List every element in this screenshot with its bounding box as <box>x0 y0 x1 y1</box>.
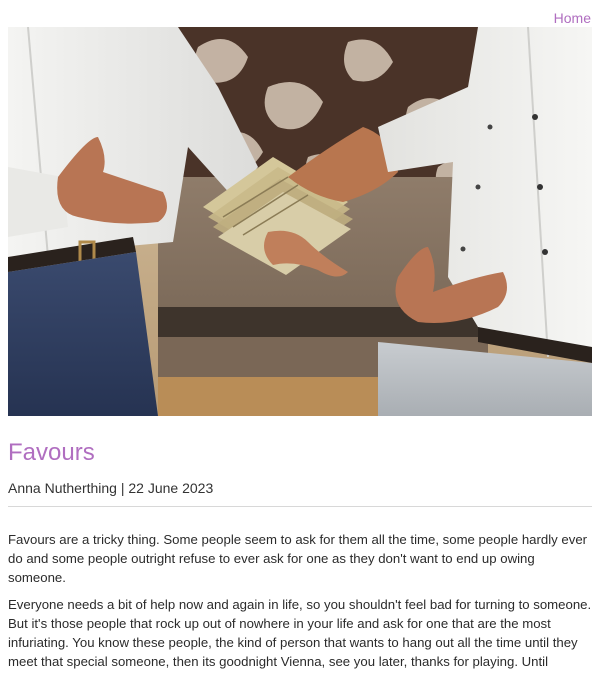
hero-photo-illustration <box>8 27 592 416</box>
home-link[interactable]: Home <box>554 10 591 26</box>
author-name: Anna Nutherthing <box>8 480 117 496</box>
post-byline: Anna Nutherthing | 22 June 2023 <box>8 479 213 497</box>
post-date: 22 June 2023 <box>128 480 214 496</box>
byline-separator: | <box>116 480 129 496</box>
blog-post-page: Home Favours Anna Nutherthing | 22 June … <box>0 0 606 676</box>
divider <box>8 506 592 507</box>
post-paragraph: Everyone needs a bit of help now and aga… <box>8 597 592 669</box>
hero-image <box>8 27 592 416</box>
top-nav: Home <box>554 9 591 27</box>
post-title: Favours <box>8 439 95 466</box>
post-body: Favours are a tricky thing. Some people … <box>8 530 592 676</box>
post-paragraph: Favours are a tricky thing. Some people … <box>8 532 588 585</box>
